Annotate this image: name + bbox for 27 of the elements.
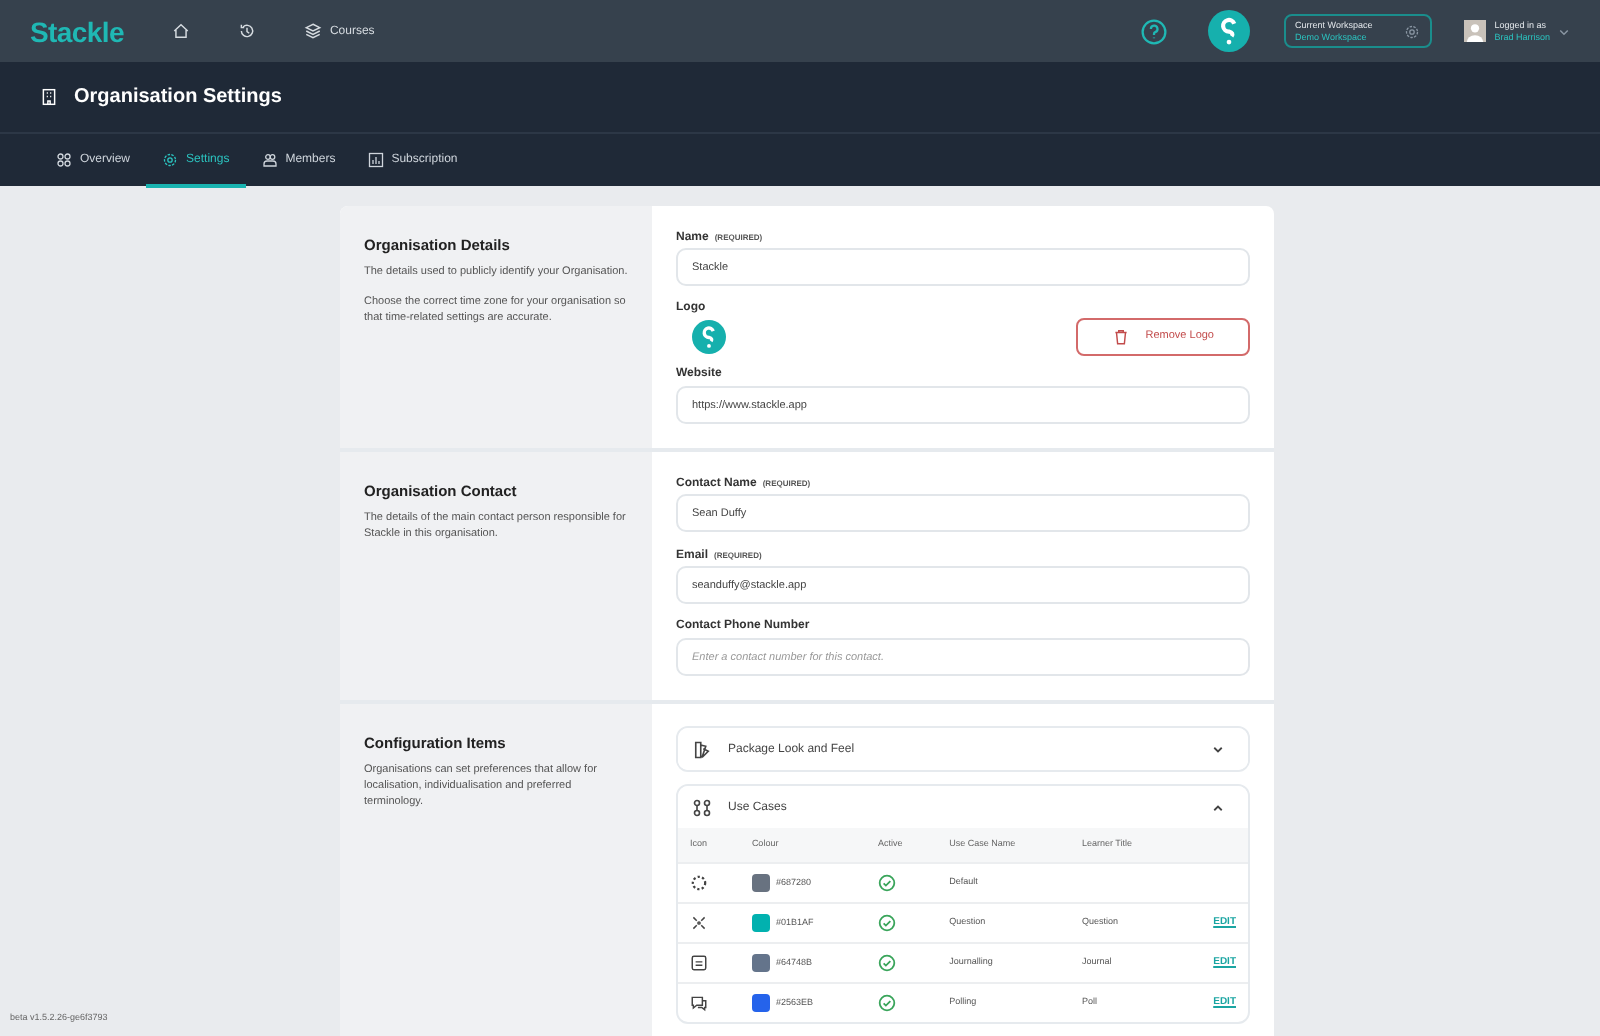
home-icon — [171, 22, 190, 40]
brand-mark-icon — [1207, 10, 1250, 52]
home-button[interactable] — [171, 22, 190, 40]
dotted-circle-icon — [690, 873, 708, 891]
chevron-up-icon — [1212, 801, 1224, 813]
palette-icon — [692, 739, 712, 759]
history-button[interactable] — [237, 22, 256, 40]
chat-icon — [690, 993, 708, 1012]
caret-icon — [1558, 25, 1570, 37]
help-icon[interactable] — [1139, 17, 1168, 45]
page-title: Organisation Settings — [74, 84, 282, 112]
trash-icon — [1111, 328, 1130, 346]
logo[interactable]: Stackle — [30, 17, 124, 45]
gear-icon — [162, 151, 179, 167]
history-icon — [237, 22, 256, 40]
grid-icon — [56, 151, 72, 167]
chart-icon — [367, 151, 384, 167]
gear-icon — [1404, 23, 1421, 39]
scatter-cross-icon — [690, 913, 708, 931]
journal-icon — [690, 953, 708, 971]
logo-image — [692, 320, 726, 354]
layers-icon — [303, 22, 322, 40]
nodes-icon — [692, 797, 712, 817]
building-icon — [40, 88, 58, 106]
avatar-icon — [1464, 20, 1487, 42]
chevron-down-icon — [1212, 743, 1224, 755]
people-icon — [261, 151, 278, 167]
